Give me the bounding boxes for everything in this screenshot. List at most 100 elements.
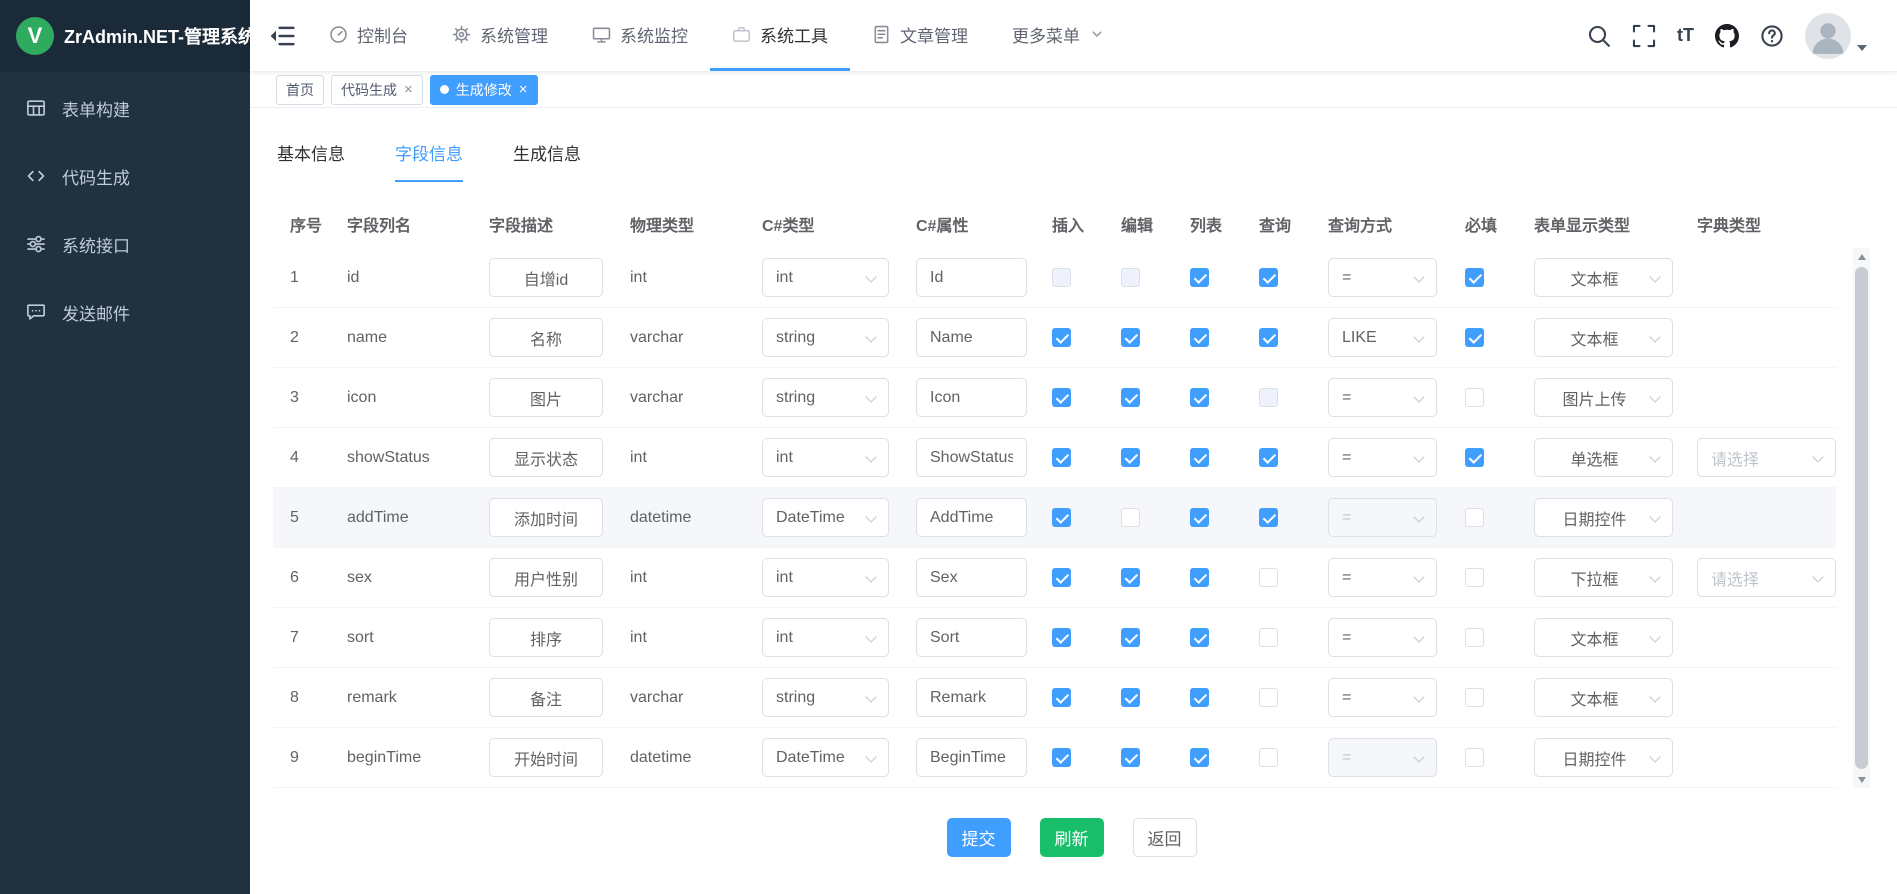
query-checkbox[interactable]	[1259, 388, 1278, 407]
csharp-property-input[interactable]	[916, 558, 1027, 597]
insert-checkbox[interactable]	[1052, 508, 1071, 527]
nav-item-dashboard[interactable]: 控制台	[307, 0, 430, 71]
csharp-property-input[interactable]	[916, 258, 1027, 297]
display-type-select[interactable]: 文本框	[1534, 618, 1673, 657]
edit-checkbox[interactable]	[1121, 748, 1140, 767]
edit-checkbox[interactable]	[1121, 448, 1140, 467]
description-input[interactable]	[489, 558, 603, 597]
sidebar-item-code-gen[interactable]: 代码生成	[0, 142, 250, 210]
insert-checkbox[interactable]	[1052, 688, 1071, 707]
scrollbar-thumb[interactable]	[1855, 267, 1868, 769]
query-checkbox[interactable]	[1259, 628, 1278, 647]
nav-item-article-manage[interactable]: 文章管理	[850, 0, 990, 71]
query-checkbox[interactable]	[1259, 568, 1278, 587]
csharp-property-input[interactable]	[916, 438, 1027, 477]
insert-checkbox[interactable]	[1052, 388, 1071, 407]
description-input[interactable]	[489, 318, 603, 357]
insert-checkbox[interactable]	[1052, 628, 1071, 647]
nav-item-system-manage[interactable]: 系统管理	[430, 0, 570, 71]
query-type-select[interactable]: LIKE	[1328, 318, 1437, 357]
github-icon[interactable]	[1715, 24, 1739, 48]
list-checkbox[interactable]	[1190, 748, 1209, 767]
submit-button[interactable]: 提交	[947, 818, 1011, 857]
query-type-select[interactable]: =	[1328, 258, 1437, 297]
csharp-type-select[interactable]: DateTime	[762, 738, 889, 777]
list-checkbox[interactable]	[1190, 448, 1209, 467]
list-checkbox[interactable]	[1190, 328, 1209, 347]
insert-checkbox[interactable]	[1052, 328, 1071, 347]
insert-checkbox[interactable]	[1052, 448, 1071, 467]
edit-checkbox[interactable]	[1121, 688, 1140, 707]
csharp-property-input[interactable]	[916, 318, 1027, 357]
user-menu[interactable]	[1805, 13, 1867, 59]
nav-item-more-menu[interactable]: 更多菜单	[990, 0, 1127, 71]
required-checkbox[interactable]	[1465, 388, 1484, 407]
required-checkbox[interactable]	[1465, 268, 1484, 287]
csharp-type-select[interactable]: string	[762, 678, 889, 717]
csharp-property-input[interactable]	[916, 618, 1027, 657]
sidebar-item-form-build[interactable]: 表单构建	[0, 74, 250, 142]
list-checkbox[interactable]	[1190, 688, 1209, 707]
description-input[interactable]	[489, 258, 603, 297]
query-type-select[interactable]: =	[1328, 558, 1437, 597]
list-checkbox[interactable]	[1190, 268, 1209, 287]
required-checkbox[interactable]	[1465, 628, 1484, 647]
display-type-select[interactable]: 文本框	[1534, 678, 1673, 717]
edit-checkbox[interactable]	[1121, 268, 1140, 287]
fullscreen-icon[interactable]	[1632, 24, 1656, 48]
back-button[interactable]: 返回	[1133, 818, 1197, 857]
sidebar-item-system-api[interactable]: 系统接口	[0, 210, 250, 278]
query-type-select[interactable]: =	[1328, 378, 1437, 417]
tag-gen-edit[interactable]: 生成修改	[430, 75, 538, 105]
description-input[interactable]	[489, 378, 603, 417]
list-checkbox[interactable]	[1190, 388, 1209, 407]
insert-checkbox[interactable]	[1052, 748, 1071, 767]
csharp-property-input[interactable]	[916, 498, 1027, 537]
help-icon[interactable]	[1760, 24, 1784, 48]
csharp-property-input[interactable]	[916, 378, 1027, 417]
tag-code-gen[interactable]: 代码生成	[331, 75, 423, 105]
csharp-type-select[interactable]: string	[762, 318, 889, 357]
description-input[interactable]	[489, 438, 603, 477]
tag-home[interactable]: 首页	[276, 75, 324, 105]
search-icon[interactable]	[1587, 24, 1611, 48]
required-checkbox[interactable]	[1465, 748, 1484, 767]
list-checkbox[interactable]	[1190, 628, 1209, 647]
sidebar-item-send-mail[interactable]: 发送邮件	[0, 278, 250, 346]
dict-type-select[interactable]: 请选择	[1697, 438, 1836, 477]
query-type-select[interactable]: =	[1328, 678, 1437, 717]
tab-basic-info[interactable]: 基本信息	[277, 140, 345, 182]
description-input[interactable]	[489, 738, 603, 777]
query-checkbox[interactable]	[1259, 508, 1278, 527]
query-type-select[interactable]: =	[1328, 618, 1437, 657]
display-type-select[interactable]: 图片上传	[1534, 378, 1673, 417]
table-scrollbar[interactable]	[1853, 248, 1870, 788]
edit-checkbox[interactable]	[1121, 568, 1140, 587]
csharp-property-input[interactable]	[916, 738, 1027, 777]
tab-gen-info[interactable]: 生成信息	[513, 140, 581, 182]
display-type-select[interactable]: 日期控件	[1534, 738, 1673, 777]
csharp-type-select[interactable]: int	[762, 618, 889, 657]
description-input[interactable]	[489, 678, 603, 717]
display-type-select[interactable]: 单选框	[1534, 438, 1673, 477]
csharp-type-select[interactable]: int	[762, 558, 889, 597]
scroll-up-icon[interactable]	[1853, 248, 1870, 265]
query-checkbox[interactable]	[1259, 448, 1278, 467]
dict-type-select[interactable]: 请选择	[1697, 558, 1836, 597]
csharp-type-select[interactable]: int	[762, 258, 889, 297]
query-checkbox[interactable]	[1259, 328, 1278, 347]
query-type-select[interactable]: =	[1328, 438, 1437, 477]
display-type-select[interactable]: 文本框	[1534, 318, 1673, 357]
query-checkbox[interactable]	[1259, 748, 1278, 767]
required-checkbox[interactable]	[1465, 508, 1484, 527]
edit-checkbox[interactable]	[1121, 328, 1140, 347]
display-type-select[interactable]: 日期控件	[1534, 498, 1673, 537]
required-checkbox[interactable]	[1465, 448, 1484, 467]
query-type-select[interactable]: =	[1328, 738, 1437, 777]
csharp-type-select[interactable]: DateTime	[762, 498, 889, 537]
query-checkbox[interactable]	[1259, 688, 1278, 707]
scroll-down-icon[interactable]	[1853, 771, 1870, 788]
list-checkbox[interactable]	[1190, 508, 1209, 527]
edit-checkbox[interactable]	[1121, 628, 1140, 647]
close-icon[interactable]	[519, 82, 528, 97]
